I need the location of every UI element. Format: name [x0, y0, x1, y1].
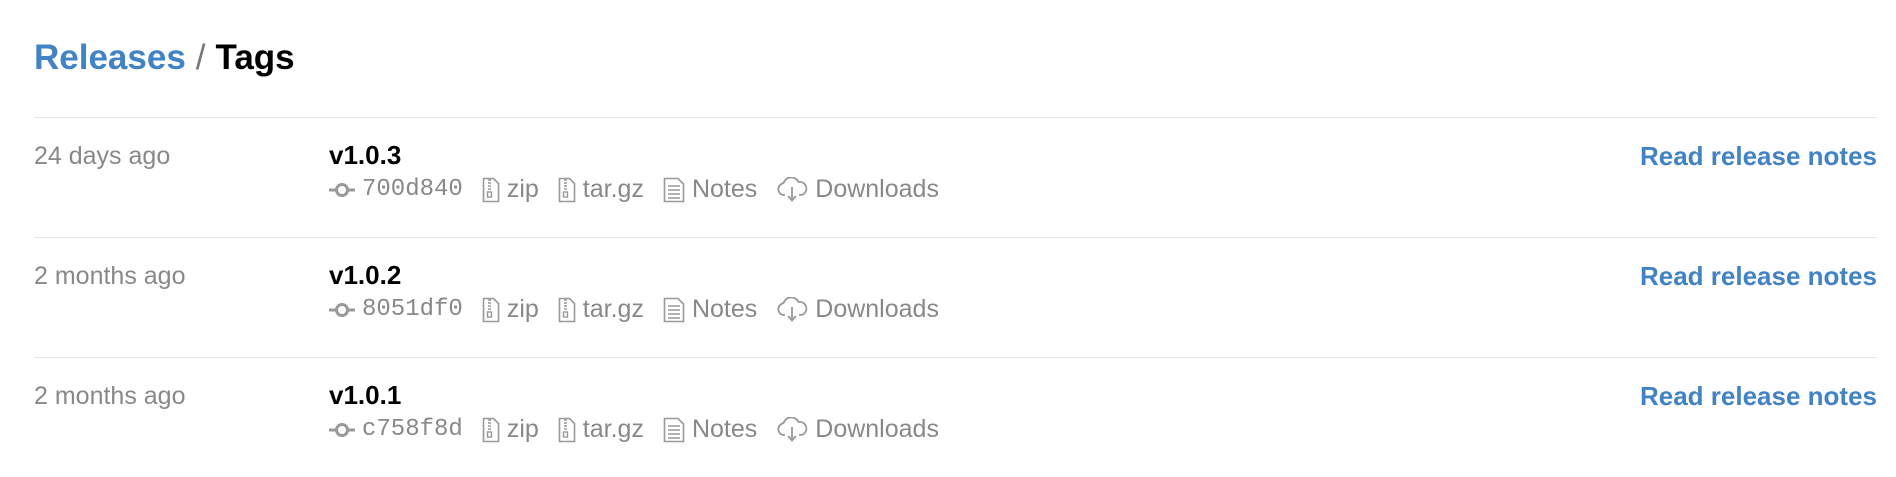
downloads-label: Downloads: [815, 415, 939, 443]
tags-page: Releases / Tags 24 days ago v1.0.3 700d840…: [0, 0, 1896, 474]
zip-download-link[interactable]: zip: [482, 295, 539, 324]
targz-download-link[interactable]: tar.gz: [558, 175, 644, 204]
targz-download-link[interactable]: tar.gz: [558, 415, 644, 444]
cloud-download-icon: [776, 416, 815, 443]
file-text-icon: [663, 177, 692, 203]
targz-label: tar.gz: [582, 295, 644, 323]
commit-link[interactable]: c758f8d: [329, 416, 463, 443]
notes-label: Notes: [691, 295, 758, 323]
read-release-notes-link[interactable]: Read release notes: [1640, 261, 1877, 292]
tag-date: 2 months ago: [34, 382, 186, 410]
tag-meta: 8051df0 zip tar.gz Notes Downloads: [329, 295, 958, 324]
zip-download-link[interactable]: zip: [482, 175, 539, 204]
downloads-link[interactable]: Downloads: [776, 175, 939, 204]
targz-download-link[interactable]: tar.gz: [558, 295, 644, 324]
breadcrumb-separator: /: [195, 38, 206, 77]
file-zip-icon: [558, 417, 583, 443]
commit-sha: c758f8d: [362, 416, 463, 443]
notes-label: Notes: [691, 175, 758, 203]
cloud-download-icon: [776, 296, 815, 323]
notes-label: Notes: [691, 415, 758, 443]
file-zip-icon: [558, 297, 583, 323]
tag-name-link[interactable]: v1.0.3: [329, 140, 401, 171]
commit-sha: 8051df0: [362, 296, 463, 323]
tag-list: 24 days ago v1.0.3 700d840 zip tar.gz No…: [34, 117, 1877, 477]
read-release-notes-link[interactable]: Read release notes: [1640, 381, 1877, 412]
commit-icon: [329, 422, 362, 438]
commit-link[interactable]: 8051df0: [329, 296, 463, 323]
tag-row: 2 months ago v1.0.2 8051df0 zip tar.gz N…: [34, 237, 1877, 357]
cloud-download-icon: [776, 176, 815, 203]
tag-row: 24 days ago v1.0.3 700d840 zip tar.gz No…: [34, 117, 1877, 237]
commit-sha: 700d840: [362, 176, 463, 203]
zip-label: zip: [506, 295, 539, 323]
tag-meta: c758f8d zip tar.gz Notes Downloads: [329, 415, 958, 444]
notes-link[interactable]: Notes: [663, 175, 757, 204]
downloads-link[interactable]: Downloads: [776, 415, 939, 444]
downloads-link[interactable]: Downloads: [776, 295, 939, 324]
zip-label: zip: [506, 415, 539, 443]
zip-download-link[interactable]: zip: [482, 415, 539, 444]
file-text-icon: [663, 297, 692, 323]
targz-label: tar.gz: [582, 415, 644, 443]
notes-link[interactable]: Notes: [663, 415, 757, 444]
releases-link[interactable]: Releases: [34, 38, 186, 77]
tag-row: 2 months ago v1.0.1 c758f8d zip tar.gz N…: [34, 357, 1877, 477]
tag-date: 2 months ago: [34, 262, 186, 290]
tag-name-link[interactable]: v1.0.1: [329, 380, 401, 411]
zip-label: zip: [506, 175, 539, 203]
commit-icon: [329, 182, 362, 198]
file-zip-icon: [482, 417, 507, 443]
tag-name-link[interactable]: v1.0.2: [329, 260, 401, 291]
tag-meta: 700d840 zip tar.gz Notes Downloads: [329, 175, 958, 204]
downloads-label: Downloads: [815, 175, 939, 203]
page-title: Tags: [215, 38, 295, 77]
read-release-notes-link[interactable]: Read release notes: [1640, 141, 1877, 172]
file-zip-icon: [482, 297, 507, 323]
commit-link[interactable]: 700d840: [329, 176, 463, 203]
downloads-label: Downloads: [815, 295, 939, 323]
notes-link[interactable]: Notes: [663, 295, 757, 324]
breadcrumb: Releases / Tags: [34, 36, 295, 80]
targz-label: tar.gz: [582, 175, 644, 203]
commit-icon: [329, 302, 362, 318]
file-text-icon: [663, 417, 692, 443]
file-zip-icon: [558, 177, 583, 203]
tag-date: 24 days ago: [34, 142, 171, 170]
file-zip-icon: [482, 177, 507, 203]
